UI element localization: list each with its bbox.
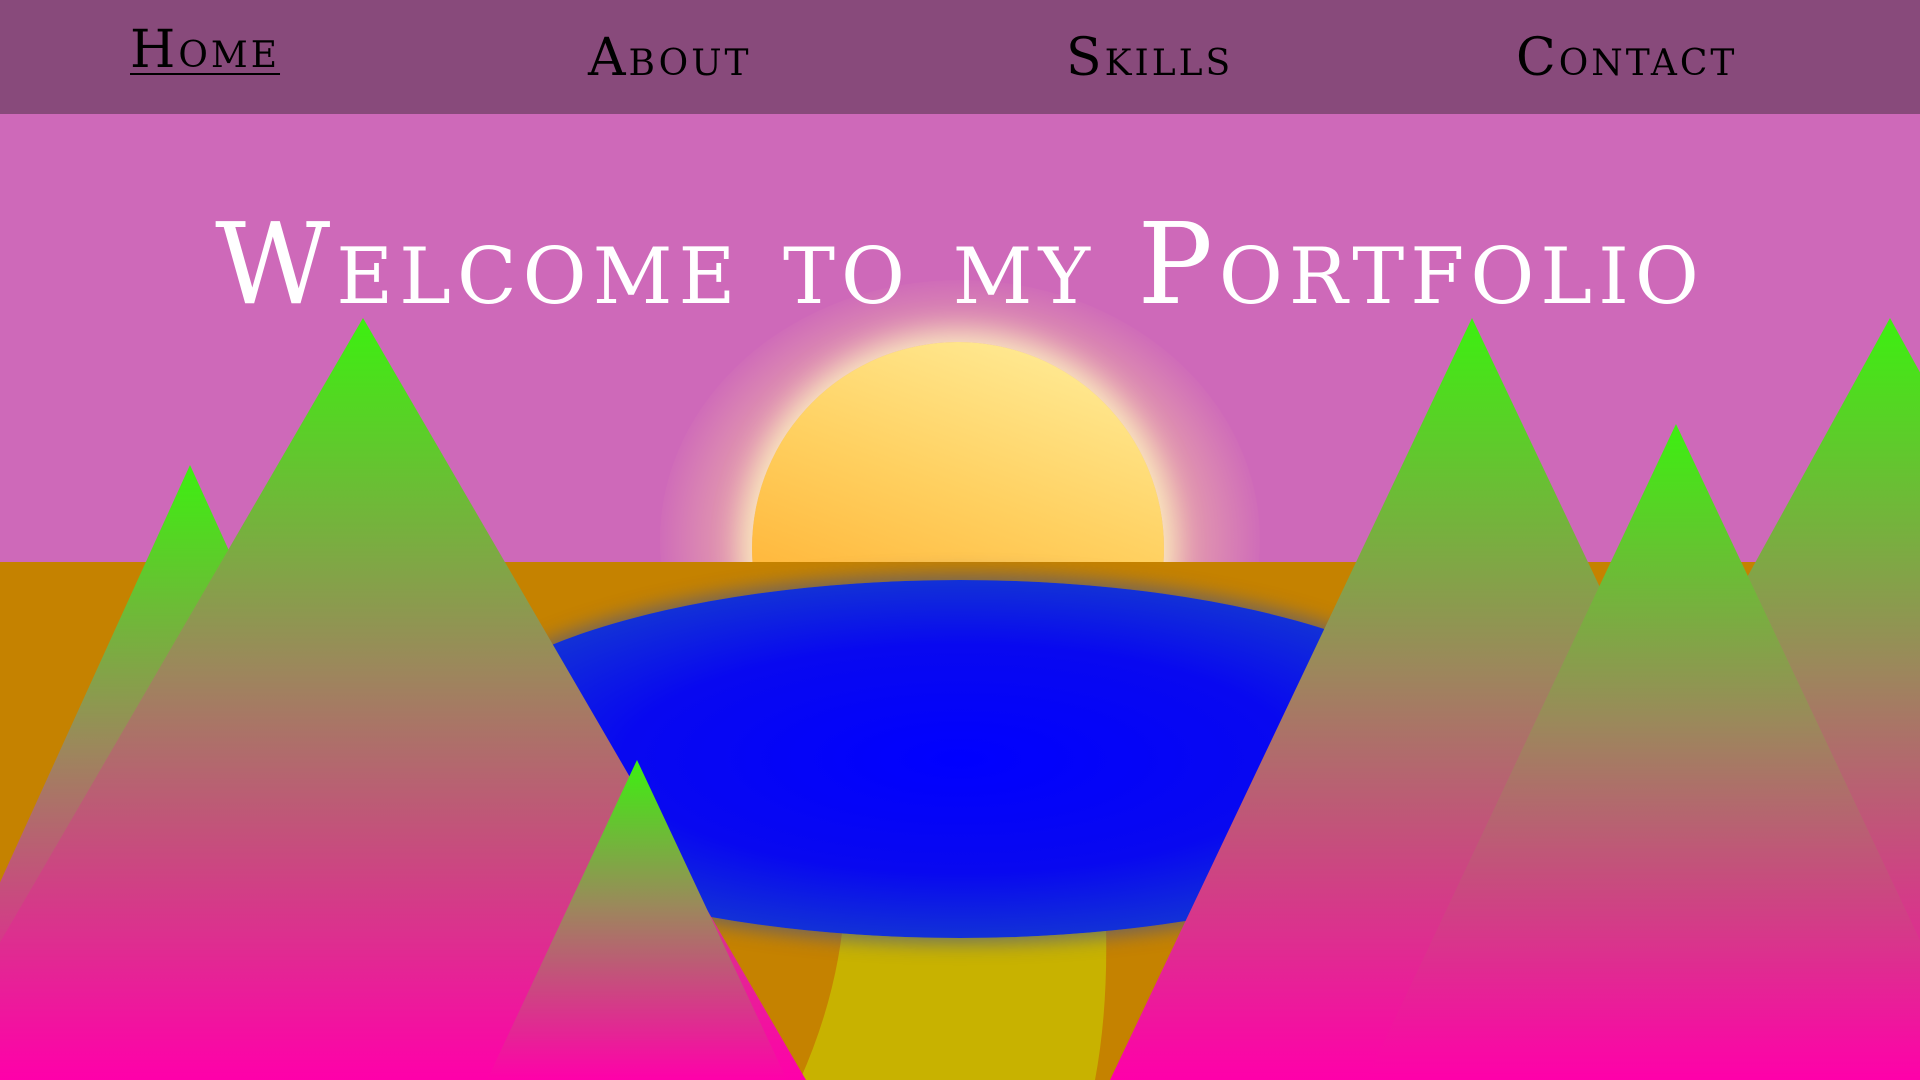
mountain-range: [0, 318, 1920, 1080]
nav-link-home[interactable]: Home: [130, 20, 280, 90]
nav-link-contact[interactable]: Contact: [1516, 28, 1737, 98]
nav-link-about[interactable]: About: [588, 28, 752, 98]
page-title: Welcome to my Portfolio: [215, 200, 1705, 330]
top-navigation: Home About Skills Contact: [0, 0, 1920, 114]
nav-link-skills[interactable]: Skills: [1066, 28, 1233, 98]
portfolio-page: Welcome to my Portfolio Home About Skill…: [0, 0, 1920, 1080]
